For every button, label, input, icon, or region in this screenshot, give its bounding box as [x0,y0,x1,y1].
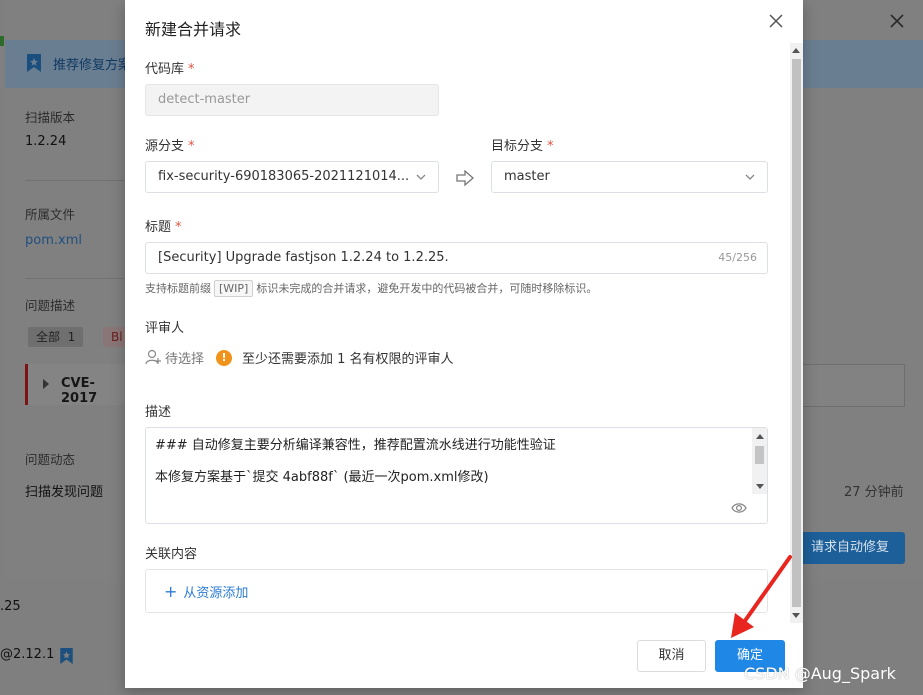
related-content-box: + 从资源添加 [145,569,768,613]
title-hint: 支持标题前缀 [WIP] 标识未完成的合并请求，避免开发中的代码被合并，可随时移除标… [145,280,598,297]
close-icon[interactable] [768,13,784,29]
tag-all[interactable]: 全部 1 [28,327,84,347]
left-edge-mark [0,36,4,46]
target-branch-label: 目标分支 * [491,139,554,154]
title-char-counter: 45/256 [718,251,757,264]
activity-time: 27 分钟前 [844,485,904,500]
scroll-up-icon[interactable] [792,48,800,53]
left-edge-dependency: @2.12.1 [0,647,55,662]
merge-request-dialog: 新建合并请求 代码库 * detect-master 源分支 * fix-secur… [125,0,803,688]
request-auto-fix-button[interactable]: 请求自动修复 [793,532,905,564]
warning-icon: ! [216,349,233,366]
add-from-resource-link[interactable]: + 从资源添加 [164,582,248,601]
activity-value: 扫描发现问题 [25,485,104,500]
issue-row[interactable]: CVE-2017 [25,364,128,406]
add-user-icon [145,349,161,365]
description-scrollbar[interactable] [752,428,767,494]
chevron-down-icon [416,174,426,180]
issue-row-right [792,364,905,407]
bookmark-icon [60,648,73,664]
plus-icon: + [164,581,178,601]
scrollbar-thumb[interactable] [792,59,801,607]
cancel-button[interactable]: 取消 [637,640,706,672]
caret-right-icon [43,379,49,389]
source-branch-label: 源分支 * [145,139,195,154]
banner-text: 推荐修复方案 [53,58,132,73]
background-close-icon[interactable] [888,12,906,30]
target-branch-select[interactable]: master [491,161,768,193]
watermark: CSDN @Aug_Spark [744,664,896,683]
wip-badge: [WIP] [214,280,254,297]
issue-desc-label: 问题描述 [25,298,76,313]
source-branch-select[interactable]: fix-security-690183065-2021121014... [145,161,439,193]
file-link[interactable]: pom.xml [25,233,82,248]
title-input[interactable]: [Security] Upgrade fastjson 1.2.24 to 1.… [145,242,768,274]
divider [25,278,125,279]
dialog-scrollbar[interactable] [790,43,803,623]
description-textarea[interactable]: ### 自动修复主要分析编译兼容性，推荐配置流水线进行功能性验证 本修复方案基于… [145,427,768,524]
arrow-right-icon [456,170,474,186]
issue-row-title: CVE-2017 [61,376,98,406]
reviewer-pick-text: 待选择 [165,352,205,367]
description-line: 本修复方案基于`提交 4abf88f` (最近一次pom.xml修改) [155,470,489,485]
divider [25,180,125,181]
scroll-up-icon[interactable] [756,434,764,439]
repo-input: detect-master [145,84,439,116]
chevron-down-icon [745,174,755,180]
scan-version-value: 1.2.24 [25,134,67,149]
dialog-title: 新建合并请求 [145,20,242,39]
reviewer-row: 待选择 ! 至少还需要添加 1 名有权限的评审人 [145,348,454,367]
scroll-down-icon[interactable] [756,484,764,489]
title-input-value: [Security] Upgrade fastjson 1.2.24 to 1.… [158,250,449,265]
activity-label: 问题动态 [25,452,76,467]
target-branch-value: master [504,169,550,184]
related-label: 关联内容 [145,547,198,562]
reviewer-label: 评审人 [145,321,185,336]
annotation-arrow-icon [731,555,792,638]
description-label: 描述 [145,405,172,420]
scrollbar-thumb[interactable] [755,446,764,464]
scan-version-label: 扫描版本 [25,110,76,125]
file-label: 所属文件 [25,207,76,222]
reviewer-warning: 至少还需要添加 1 名有权限的评审人 [242,352,454,367]
left-edge-version: .25 [0,599,21,614]
reviewer-picker[interactable]: 待选择 [145,348,204,367]
title-label: 标题 * [145,220,182,235]
repo-label: 代码库 * [145,62,195,77]
description-line: ### 自动修复主要分析编译兼容性，推荐配置流水线进行功能性验证 [155,438,556,453]
preview-eye-icon[interactable] [731,501,747,515]
bookmark-icon [27,54,41,72]
add-from-resource-text: 从资源添加 [183,586,249,601]
source-branch-value: fix-security-690183065-2021121014... [158,169,410,184]
